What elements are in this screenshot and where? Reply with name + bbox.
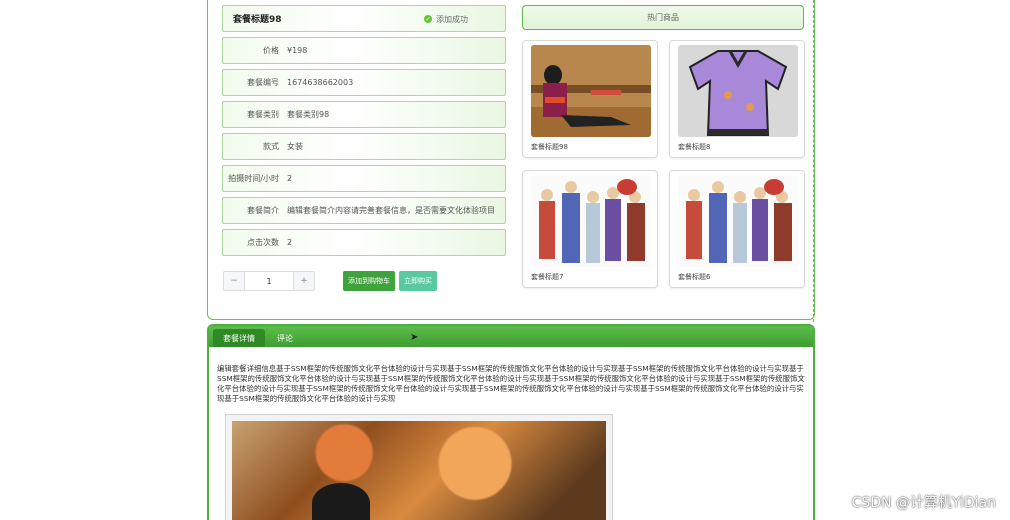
intro-row: 套餐简介 编辑套餐简介内容请完善套餐信息，是否需要文化体验项目 (222, 197, 506, 224)
person-silhouette (312, 483, 370, 520)
hot-product-name[interactable]: 套餐标题98 (531, 142, 568, 152)
code-value: 1674638662003 (287, 78, 354, 87)
intro-value: 编辑套餐简介内容请完善套餐信息，是否需要文化体验项目 (287, 206, 495, 215)
purple-robe-icon (678, 45, 798, 137)
hot-products-title: 热门商品 (647, 13, 679, 22)
success-toast: ✓ 添加成功 (420, 11, 476, 27)
style-row: 款式 女装 (222, 133, 506, 160)
clicks-label: 点击次数 (247, 238, 279, 247)
toast-text: 添加成功 (436, 14, 468, 24)
detail-panel: 套餐详情 评论 编辑套餐详细信息基于SSM框架的传统服饰文化平台体验的设计与实现… (207, 324, 815, 520)
hot-product-card[interactable]: 套餐标题98 (522, 40, 658, 158)
price-label: 价格 (263, 46, 279, 55)
product-image[interactable] (531, 45, 651, 137)
intro-label: 套餐简介 (247, 206, 279, 215)
product-image[interactable] (531, 175, 651, 267)
autumn-photo (232, 421, 606, 520)
product-image[interactable] (678, 45, 798, 137)
mouse-cursor-icon: ➤ (410, 332, 419, 343)
duration-label: 拍摄时间/小时 (228, 174, 279, 183)
category-label: 套餐类别 (247, 110, 279, 119)
hot-product-card[interactable]: 套餐标题8 (669, 40, 805, 158)
clicks-row: 点击次数 2 (222, 229, 506, 256)
dashed-divider (813, 0, 814, 322)
increment-button[interactable]: + (294, 272, 314, 290)
duration-value: 2 (287, 174, 293, 183)
hot-product-card[interactable]: 套餐标题6 (669, 170, 805, 288)
check-circle-icon: ✓ (424, 15, 432, 23)
purchase-bar: − 1 + 添加到购物车 立即购买 (223, 271, 437, 291)
hot-product-name[interactable]: 套餐标题7 (531, 272, 563, 282)
hot-product-name[interactable]: 套餐标题6 (678, 272, 710, 282)
costume-figures-icon (678, 175, 798, 267)
quantity-input[interactable]: 1 (244, 272, 294, 290)
tab-bar: 套餐详情 评论 (209, 326, 813, 347)
add-to-cart-button[interactable]: 添加到购物车 (343, 271, 395, 291)
code-label: 套餐编号 (247, 78, 279, 87)
costume-figures-icon (531, 175, 651, 267)
detail-image (225, 414, 613, 520)
hot-product-name[interactable]: 套餐标题8 (678, 142, 710, 152)
hot-products-header: 热门商品 (522, 5, 804, 30)
style-value: 女装 (287, 142, 303, 151)
hot-product-card[interactable]: 套餐标题7 (522, 170, 658, 288)
watermark: CSDN @计算机YiDian (851, 495, 996, 511)
tab-details[interactable]: 套餐详情 (213, 329, 265, 347)
product-image[interactable] (678, 175, 798, 267)
category-value: 套餐类别98 (287, 110, 330, 119)
quantity-stepper: − 1 + (223, 271, 315, 291)
clicks-value: 2 (287, 238, 293, 247)
price-row: 价格 ¥198 (222, 37, 506, 64)
price-value: ¥198 (287, 46, 308, 55)
code-row: 套餐编号 1674638662003 (222, 69, 506, 96)
product-info: 套餐标题98 价格 ¥198 套餐编号 1674638662003 套餐类别 套… (222, 5, 506, 261)
product-title: 套餐标题98 (233, 15, 282, 25)
detail-description: 编辑套餐详细信息基于SSM框架的传统服饰文化平台体验的设计与实现基于SSM框架的… (217, 364, 805, 403)
duration-row: 拍摄时间/小时 2 (222, 165, 506, 192)
style-label: 款式 (263, 142, 279, 151)
woman-in-ethnic-costume-icon (531, 45, 651, 137)
decrement-button[interactable]: − (224, 272, 244, 290)
category-row: 套餐类别 套餐类别98 (222, 101, 506, 128)
buy-now-button[interactable]: 立即购买 (399, 271, 437, 291)
tab-comments[interactable]: 评论 (267, 329, 303, 347)
